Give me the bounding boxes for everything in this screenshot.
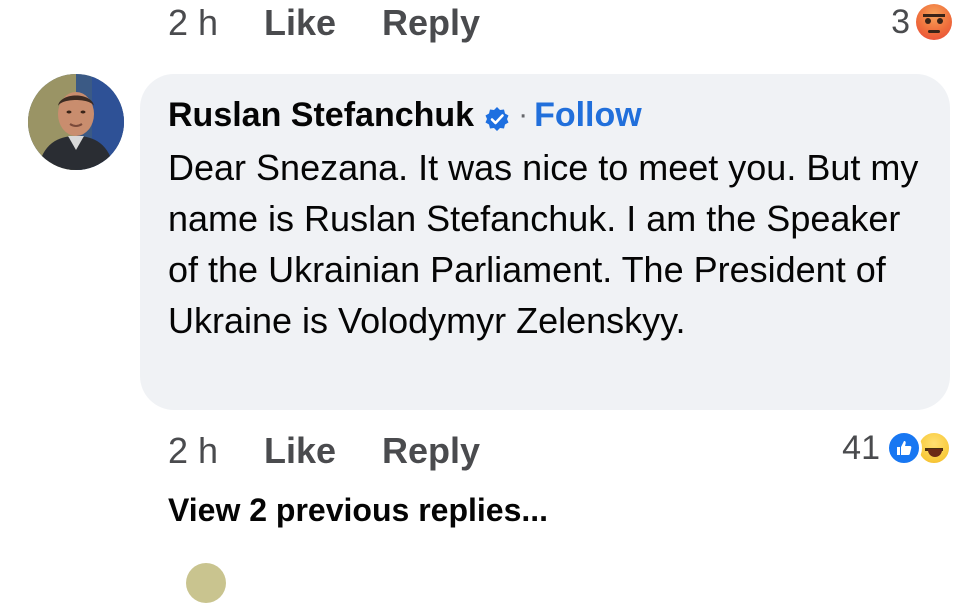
comment-bubble: Ruslan Stefanchuk · Follow Dear Snezana.… [140,74,950,410]
comment-actions: 2 h Like Reply [168,428,480,474]
reaction-count: 41 [842,428,880,467]
comment-reactions[interactable]: 41 [842,426,952,470]
previous-comment-reply-button[interactable]: Reply [382,2,480,44]
verified-badge-icon [484,102,510,131]
previous-comment-reactions[interactable]: 3 [891,0,952,44]
author-name[interactable]: Ruslan Stefanchuk [168,96,474,135]
previous-comment-actions: 2 h Like Reply [168,0,480,46]
view-previous-replies-link[interactable]: View 2 previous replies... [168,492,548,529]
angry-icon [916,4,952,40]
like-button[interactable]: Like [264,430,382,472]
follow-button[interactable]: Follow [534,96,642,135]
avatar[interactable] [28,74,124,170]
comment-header: Ruslan Stefanchuk · Follow [168,92,922,138]
next-reply-avatar[interactable] [186,563,226,603]
previous-comment-time: 2 h [168,2,219,43]
comment-text: Dear Snezana. It was nice to meet you. B… [168,147,919,341]
comment-time[interactable]: 2 h [168,430,264,472]
avatar-photo [28,74,124,170]
reply-button[interactable]: Reply [382,430,480,472]
previous-comment-reaction-count: 3 [891,2,910,41]
like-icon [886,430,922,466]
separator-dot: · [518,98,529,131]
previous-comment-like-button[interactable]: Like [264,2,382,44]
